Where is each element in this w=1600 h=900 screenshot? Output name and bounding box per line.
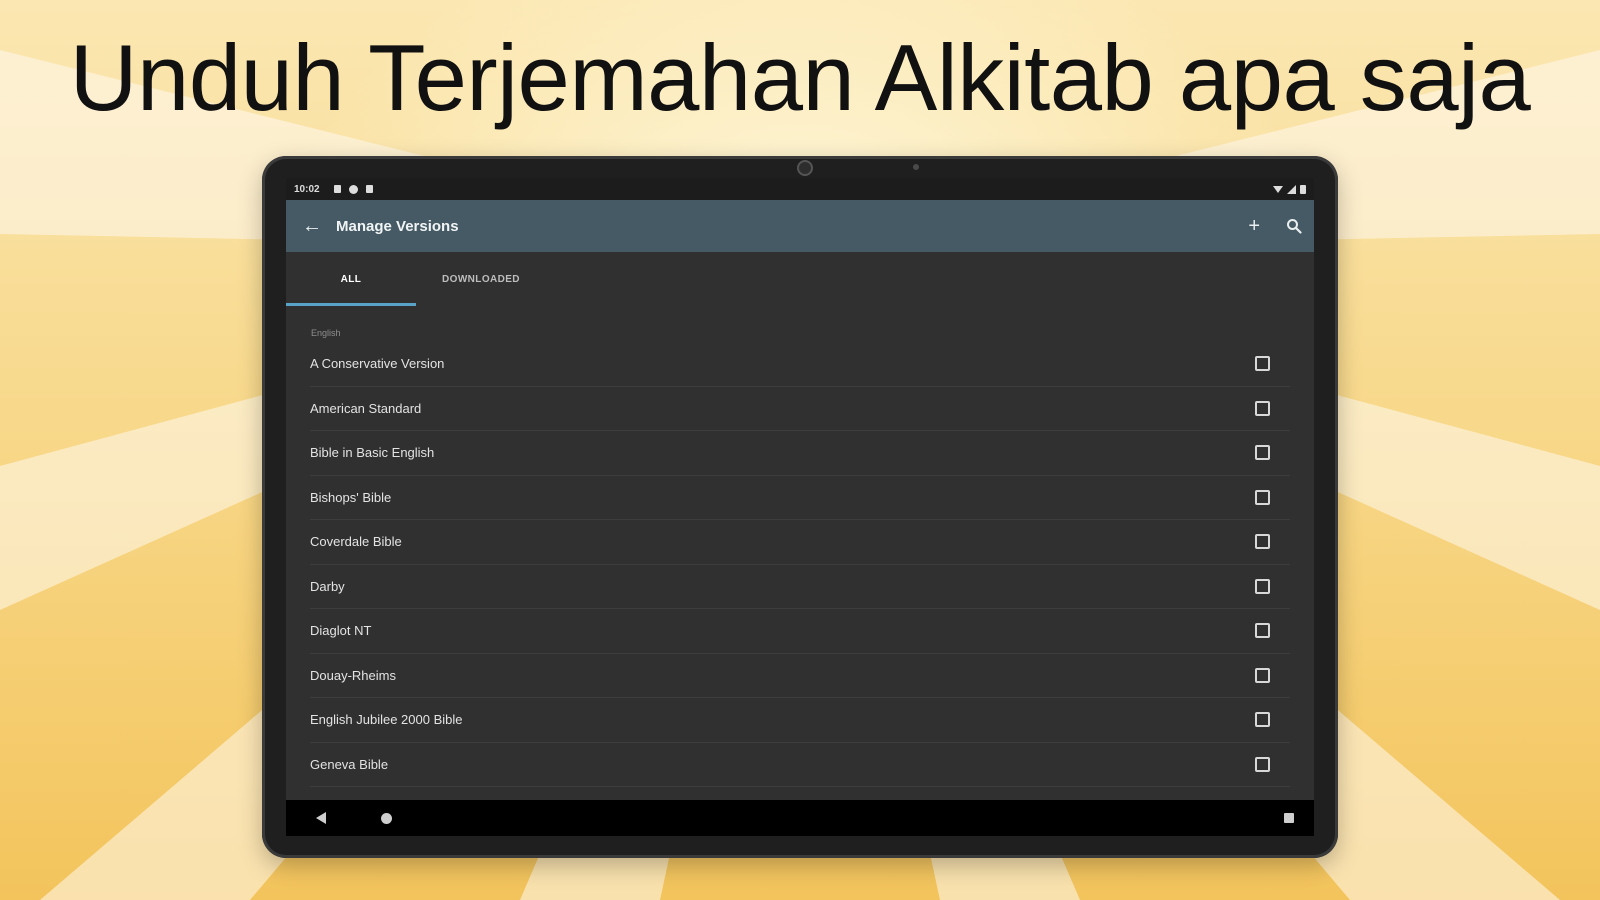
- version-name: Geneva Bible: [310, 756, 389, 772]
- battery-icon: [1300, 185, 1306, 194]
- download-checkbox[interactable]: [1255, 400, 1270, 416]
- tablet-device: 10:02 ← Manage Versions + ALL DOWNLOADED…: [262, 156, 1338, 858]
- download-checkbox[interactable]: [1255, 712, 1270, 728]
- version-name: Douay-Rheims: [310, 667, 396, 683]
- page-title: Manage Versions: [336, 217, 459, 235]
- download-checkbox[interactable]: [1255, 356, 1270, 372]
- search-icon[interactable]: [1286, 218, 1302, 234]
- download-checkbox[interactable]: [1255, 667, 1270, 683]
- list-item[interactable]: Coverdale Bible: [310, 520, 1290, 565]
- headline: Unduh Terjemahan Alkitab apa saja: [69, 25, 1531, 130]
- tab-downloaded[interactable]: DOWNLOADED: [416, 252, 546, 306]
- download-checkbox[interactable]: [1255, 445, 1270, 461]
- arrow-left-icon[interactable]: ←: [302, 215, 336, 238]
- version-name: Coverdale Bible: [310, 534, 402, 550]
- plus-icon[interactable]: +: [1248, 216, 1260, 236]
- list-item[interactable]: Darby: [310, 565, 1290, 609]
- nav-recents-icon[interactable]: [1284, 813, 1294, 823]
- version-name: American Standard: [310, 400, 422, 416]
- version-name: English Jubilee 2000 Bible: [310, 712, 463, 728]
- notification-icon: [333, 185, 341, 193]
- tab-bar: ALL DOWNLOADED: [286, 252, 1314, 306]
- tab-all[interactable]: ALL: [286, 252, 416, 306]
- list-item[interactable]: Bishops' Bible: [310, 476, 1290, 520]
- settings-icon: [348, 184, 358, 194]
- camera-icon: [797, 160, 813, 176]
- download-checkbox[interactable]: [1255, 489, 1270, 505]
- list-item[interactable]: American Standard: [310, 387, 1290, 431]
- sensor-dot: [913, 164, 919, 170]
- status-time: 10:02: [294, 183, 320, 195]
- download-checkbox[interactable]: [1255, 534, 1270, 550]
- version-name: Darby: [310, 578, 345, 594]
- nav-back-icon[interactable]: [316, 812, 326, 824]
- list-item[interactable]: English Jubilee 2000 Bible: [310, 698, 1290, 743]
- list-item[interactable]: A Conservative Version: [310, 342, 1290, 387]
- version-name: Diaglot NT: [310, 623, 372, 639]
- download-checkbox[interactable]: [1255, 578, 1270, 594]
- list-item[interactable]: Bible in Basic English: [310, 431, 1290, 476]
- list-item[interactable]: Geneva Bible: [310, 743, 1290, 787]
- system-nav-bar: [286, 800, 1314, 836]
- lock-icon: [365, 185, 373, 193]
- wifi-icon: [1273, 185, 1283, 193]
- version-name: Bible in Basic English: [310, 445, 435, 461]
- signal-icon: [1287, 184, 1296, 194]
- app-bar: ← Manage Versions +: [286, 200, 1314, 252]
- status-bar: 10:02: [286, 178, 1314, 200]
- list-item[interactable]: Diaglot NT: [310, 609, 1290, 654]
- section-header: English: [311, 328, 341, 338]
- version-name: A Conservative Version: [310, 356, 445, 372]
- nav-home-icon[interactable]: [381, 812, 392, 824]
- versions-list: A Conservative Version American Standard…: [286, 342, 1314, 787]
- list-item[interactable]: Douay-Rheims: [310, 654, 1290, 698]
- download-checkbox[interactable]: [1255, 623, 1270, 639]
- version-name: Bishops' Bible: [310, 489, 392, 505]
- download-checkbox[interactable]: [1255, 756, 1270, 772]
- tablet-screen: 10:02 ← Manage Versions + ALL DOWNLOADED…: [286, 178, 1314, 836]
